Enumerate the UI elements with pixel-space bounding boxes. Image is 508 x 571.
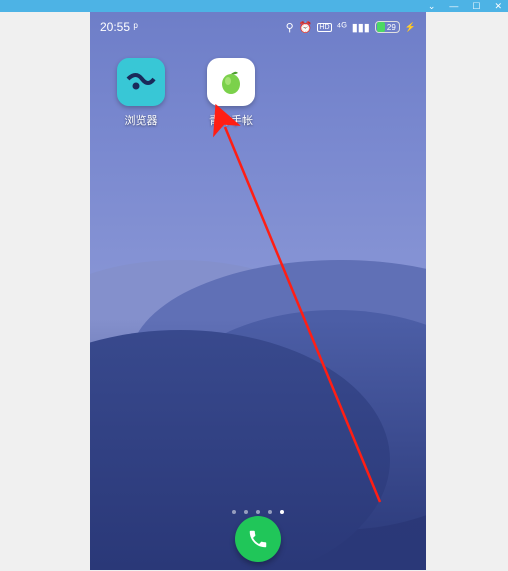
- page-dot[interactable]: [244, 510, 248, 514]
- alarm-icon: ⏰: [299, 21, 313, 34]
- page-dot[interactable]: [268, 510, 272, 514]
- app-label: 浏览器: [125, 112, 158, 128]
- window-chevron[interactable]: ⌄: [428, 0, 436, 12]
- window-maximize[interactable]: ☐: [472, 0, 480, 12]
- page-dot[interactable]: [232, 510, 236, 514]
- network-type: ⁴ᴳ: [337, 21, 347, 33]
- globe-icon: [117, 58, 165, 106]
- charging-icon: ⚡: [405, 22, 416, 33]
- app-running-indicator: ᵖ: [133, 20, 138, 34]
- status-left: 20:55 ᵖ: [100, 20, 138, 34]
- page-dot[interactable]: [256, 510, 260, 514]
- bluetooth-icon: ⚲: [286, 21, 294, 34]
- dialer-button[interactable]: [235, 516, 281, 562]
- page-dot-active[interactable]: [280, 510, 284, 514]
- hd-badge: HD: [317, 23, 331, 32]
- window-minimize[interactable]: —: [449, 0, 458, 12]
- window-controls: ⌄ — ☐ ✕: [422, 0, 508, 12]
- status-right: ⚲ ⏰ HD ⁴ᴳ ▮▮▮ 29 ⚡: [286, 21, 416, 34]
- battery-icon: 29: [375, 21, 400, 33]
- dock: [90, 516, 426, 562]
- clock: 20:55: [100, 20, 130, 34]
- window-close[interactable]: ✕: [494, 0, 502, 12]
- battery-percent: 29: [385, 23, 398, 32]
- signal-icon: ▮▮▮: [352, 21, 370, 34]
- status-bar: 20:55 ᵖ ⚲ ⏰ HD ⁴ᴳ ▮▮▮ 29 ⚡: [90, 12, 426, 38]
- app-lime-diary[interactable]: 青柠手帐: [200, 58, 262, 128]
- outer-window-bar: ⌄ — ☐ ✕: [0, 0, 508, 12]
- app-browser[interactable]: 浏览器: [110, 58, 172, 128]
- phone-home-screen: 20:55 ᵖ ⚲ ⏰ HD ⁴ᴳ ▮▮▮ 29 ⚡ 浏: [90, 12, 426, 570]
- app-label: 青柠手帐: [209, 112, 253, 128]
- phone-icon: [247, 528, 269, 550]
- page-indicator: [90, 510, 426, 514]
- app-row: 浏览器 青柠手帐: [90, 38, 426, 128]
- lime-icon: [207, 58, 255, 106]
